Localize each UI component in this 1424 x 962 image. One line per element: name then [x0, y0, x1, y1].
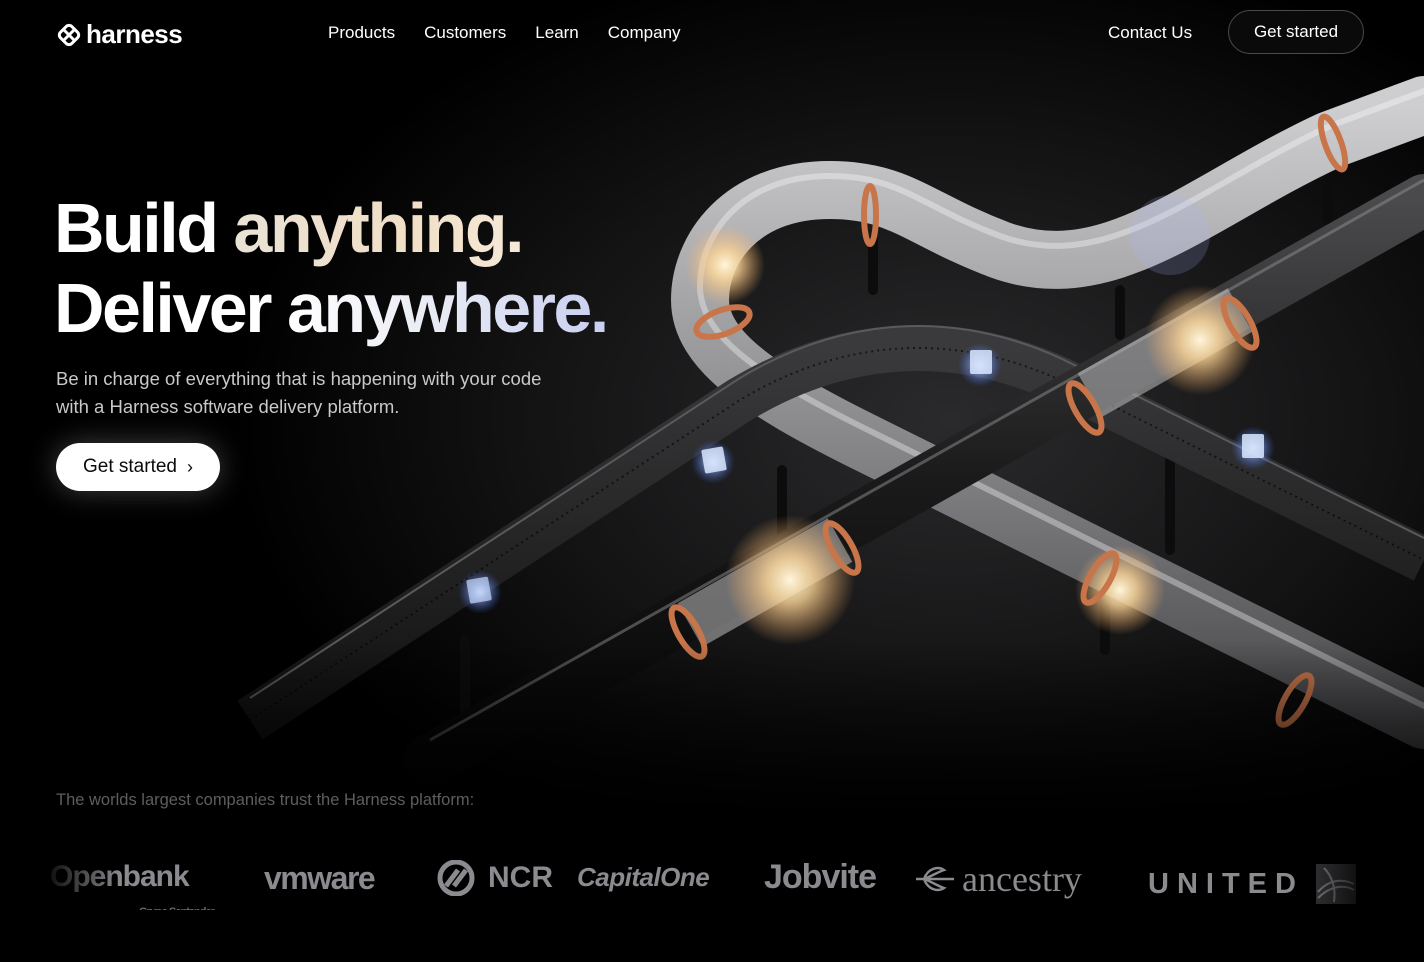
logo-united: UNITED [1148, 862, 1358, 906]
logo-ancestry-text: ancestry [962, 859, 1082, 899]
ancestry-leaf-icon [916, 866, 954, 892]
logo-united-text: UNITED [1148, 867, 1304, 900]
nav-link-products[interactable]: Products [328, 23, 395, 43]
harness-logo[interactable]: harness [56, 19, 183, 50]
top-navigation: harness Products Customers Learn Company… [0, 0, 1424, 68]
customer-logos: Openbank Grupo Santander vmware NCR Capi… [40, 846, 1380, 918]
hero-subtitle: Be in charge of everything that is happe… [56, 368, 542, 417]
headline-line-1: Build anything. [54, 188, 607, 268]
headline-line-2: Deliver anywhere. [54, 268, 609, 348]
nav-links: Products Customers Learn Company [328, 23, 681, 43]
logo-capital-one: CapitalOne [577, 862, 710, 892]
logo-ncr: NCR [432, 860, 553, 896]
hero-headline: Build anything. Deliver anywhere. [54, 188, 609, 348]
hero-get-started-button[interactable]: Get started › [56, 443, 220, 491]
logo-jobvite: Jobvite [764, 858, 877, 896]
nav-get-started-button[interactable]: Get started [1228, 10, 1364, 54]
contact-us-link[interactable]: Contact Us [1108, 23, 1192, 43]
nav-link-customers[interactable]: Customers [424, 23, 506, 43]
logo-vmware: vmware [264, 860, 376, 896]
united-globe-icon [1315, 864, 1356, 904]
hero-cta-label: Get started [83, 456, 177, 477]
ncr-mark-icon [437, 860, 475, 896]
nav-link-learn[interactable]: Learn [535, 23, 578, 43]
headline-deliver: Deliver [54, 269, 287, 347]
headline-anywhere: anywhere. [286, 269, 609, 347]
nav-link-company[interactable]: Company [608, 23, 681, 43]
logo-ancestry: ancestry [914, 858, 1082, 900]
headline-build: Build [54, 189, 234, 267]
chevron-right-icon: › [187, 457, 193, 477]
logo-openbank-text: Openbank [50, 860, 190, 893]
headline-anything: anything. [233, 189, 524, 267]
trust-statement: The worlds largest companies trust the H… [56, 791, 475, 809]
harness-logo-icon [57, 23, 81, 46]
logo-ncr-text: NCR [488, 861, 553, 894]
logo-openbank: Openbank Grupo Santander [50, 860, 215, 918]
logo-text: harness [86, 19, 183, 49]
